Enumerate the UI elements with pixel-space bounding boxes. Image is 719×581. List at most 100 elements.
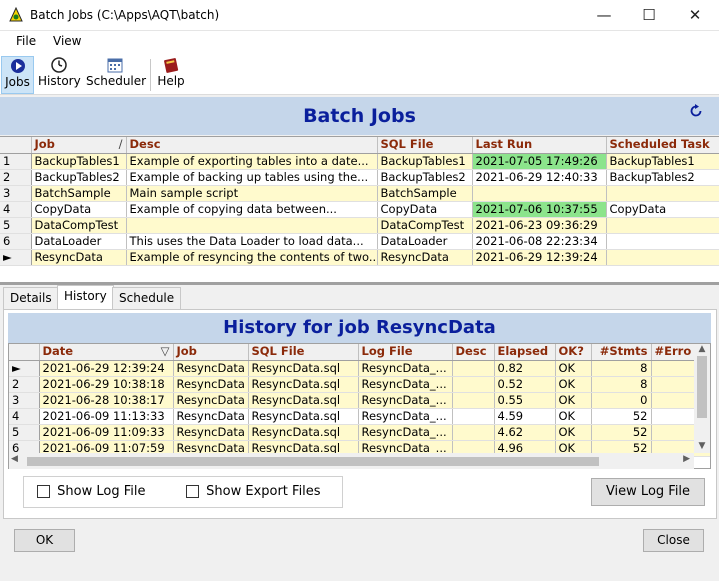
cell-sql-file[interactable]: ResyncData [377,249,473,266]
jobs-row[interactable]: ► ResyncData Example of resyncing the cont… [0,249,719,266]
cell-stmts[interactable]: 0 [591,392,652,409]
cell-job[interactable]: CopyData [31,201,127,218]
cell-elapsed[interactable]: 0.55 [494,392,556,409]
vertical-scroll-thumb[interactable] [697,356,707,418]
cell-ok[interactable]: OK [555,376,592,393]
close-button[interactable]: Close [643,529,704,552]
row-header[interactable]: 4 [9,408,40,425]
cell-log-file[interactable]: ResyncData_... [358,408,453,425]
show-export-files-checkbox[interactable]: Show Export Files [186,484,321,499]
history-row[interactable]: 3 2021-06-28 10:38:17 ResyncData ResyncData… [9,392,710,409]
cell-sql-file[interactable]: ResyncData.sql [248,376,359,393]
history-row[interactable]: ► 2021-06-29 12:39:24 ResyncData ResyncData… [9,360,710,377]
jobs-col-last-run[interactable]: Last Run [472,137,607,154]
cell-last-run[interactable]: 2021-07-06 10:37:55 [472,201,607,218]
cell-sql-file[interactable]: BatchSample [377,185,473,202]
cell-stmts[interactable]: 8 [591,360,652,377]
ok-button[interactable]: OK [14,529,75,552]
cell-job[interactable]: BackupTables2 [31,169,127,186]
cell-elapsed[interactable]: 4.62 [494,424,556,441]
menu-view[interactable]: View [53,34,81,48]
checkbox-box[interactable] [37,485,50,498]
cell-sql-file[interactable]: DataCompTest [377,217,473,234]
row-header[interactable]: 5 [9,424,40,441]
scroll-down-icon[interactable]: ▼ [694,441,710,451]
jobs-row[interactable]: 1 BackupTables1 Example of exporting table… [0,153,719,170]
row-header[interactable]: 4 [0,201,32,218]
jobs-row[interactable]: 4 CopyData Example of copying data between… [0,201,719,218]
cell-desc[interactable]: Example of backing up tables using the..… [126,169,378,186]
jobs-row[interactable]: 2 BackupTables2 Example of backing up tabl… [0,169,719,186]
horizontal-scrollbar[interactable]: ◀ ▶ [9,453,694,469]
cell-sql-file[interactable]: BackupTables1 [377,153,473,170]
cell-sql-file[interactable]: BackupTables2 [377,169,473,186]
cell-last-run[interactable]: 2021-06-29 12:40:33 [472,169,607,186]
vertical-scrollbar[interactable]: ▲ ▼ [694,344,710,453]
row-header[interactable]: ► [0,249,32,266]
cell-job[interactable]: BackupTables1 [31,153,127,170]
cell-ok[interactable]: OK [555,424,592,441]
cell-desc[interactable] [452,360,495,377]
cell-desc[interactable] [452,376,495,393]
show-log-file-checkbox[interactable]: Show Log File [37,484,145,499]
jobs-row[interactable]: 3 BatchSample Main sample script BatchSampl… [0,185,719,202]
cell-scheduled-task[interactable] [606,249,719,266]
cell-ok[interactable]: OK [555,408,592,425]
history-col-ok[interactable]: OK? [555,344,592,361]
row-header[interactable]: 2 [9,376,40,393]
tab-schedule[interactable]: Schedule [112,287,182,309]
cell-elapsed[interactable]: 4.59 [494,408,556,425]
cell-desc[interactable] [126,217,378,234]
row-header[interactable]: 3 [0,185,32,202]
cell-scheduled-task[interactable]: BackupTables1 [606,153,719,170]
cell-desc[interactable] [452,424,495,441]
cell-job[interactable]: DataCompTest [31,217,127,234]
tab-history[interactable]: History [57,285,114,310]
row-header[interactable]: 5 [0,217,32,234]
jobs-row[interactable]: 6 DataLoader This uses the Data Loader to … [0,233,719,250]
scroll-right-icon[interactable]: ▶ [683,454,690,464]
jobs-col-sql-file[interactable]: SQL File [377,137,473,154]
checkbox-box[interactable] [186,485,199,498]
cell-log-file[interactable]: ResyncData_... [358,392,453,409]
cell-job[interactable]: ResyncData [173,376,249,393]
cell-desc[interactable]: Main sample script [126,185,378,202]
history-col-log-file[interactable]: Log File [358,344,453,361]
cell-desc[interactable] [452,392,495,409]
row-header[interactable]: 1 [0,153,32,170]
history-row[interactable]: 4 2021-06-09 11:13:33 ResyncData ResyncData… [9,408,710,425]
cell-ok[interactable]: OK [555,360,592,377]
cell-stmts[interactable]: 8 [591,376,652,393]
row-header[interactable]: 6 [0,233,32,250]
view-log-file-button[interactable]: View Log File [591,478,705,506]
close-icon[interactable]: ✕ [672,0,718,31]
history-button[interactable]: History [38,56,81,94]
refresh-icon[interactable] [689,104,703,118]
cell-sql-file[interactable]: ResyncData.sql [248,408,359,425]
row-header[interactable]: 3 [9,392,40,409]
history-row[interactable]: 5 2021-06-09 11:09:33 ResyncData ResyncData… [9,424,710,441]
cell-last-run[interactable]: 2021-06-29 12:39:24 [472,249,607,266]
cell-last-run[interactable]: 2021-06-23 09:36:29 [472,217,607,234]
scroll-up-icon[interactable]: ▲ [694,344,710,354]
cell-scheduled-task[interactable]: CopyData [606,201,719,218]
help-button[interactable]: Help [155,56,187,94]
history-row[interactable]: 2 2021-06-29 10:38:18 ResyncData ResyncData… [9,376,710,393]
cell-sql-file[interactable]: DataLoader [377,233,473,250]
cell-desc[interactable] [452,408,495,425]
cell-job[interactable]: ResyncData [173,392,249,409]
cell-job[interactable]: ResyncData [173,360,249,377]
cell-desc[interactable]: Example of resyncing the contents of two… [126,249,378,266]
jobs-col-desc[interactable]: Desc [126,137,378,154]
history-col-date[interactable]: Date ▽ [39,344,174,361]
cell-elapsed[interactable]: 0.52 [494,376,556,393]
jobs-button[interactable]: Jobs [1,56,34,94]
cell-scheduled-task[interactable] [606,233,719,250]
cell-job[interactable]: ResyncData [31,249,127,266]
minimize-icon[interactable]: — [581,0,627,31]
cell-log-file[interactable]: ResyncData_... [358,424,453,441]
cell-sql-file[interactable]: ResyncData.sql [248,360,359,377]
cell-date[interactable]: 2021-06-09 11:09:33 [39,424,174,441]
tab-details[interactable]: Details [3,287,59,309]
cell-job[interactable]: DataLoader [31,233,127,250]
